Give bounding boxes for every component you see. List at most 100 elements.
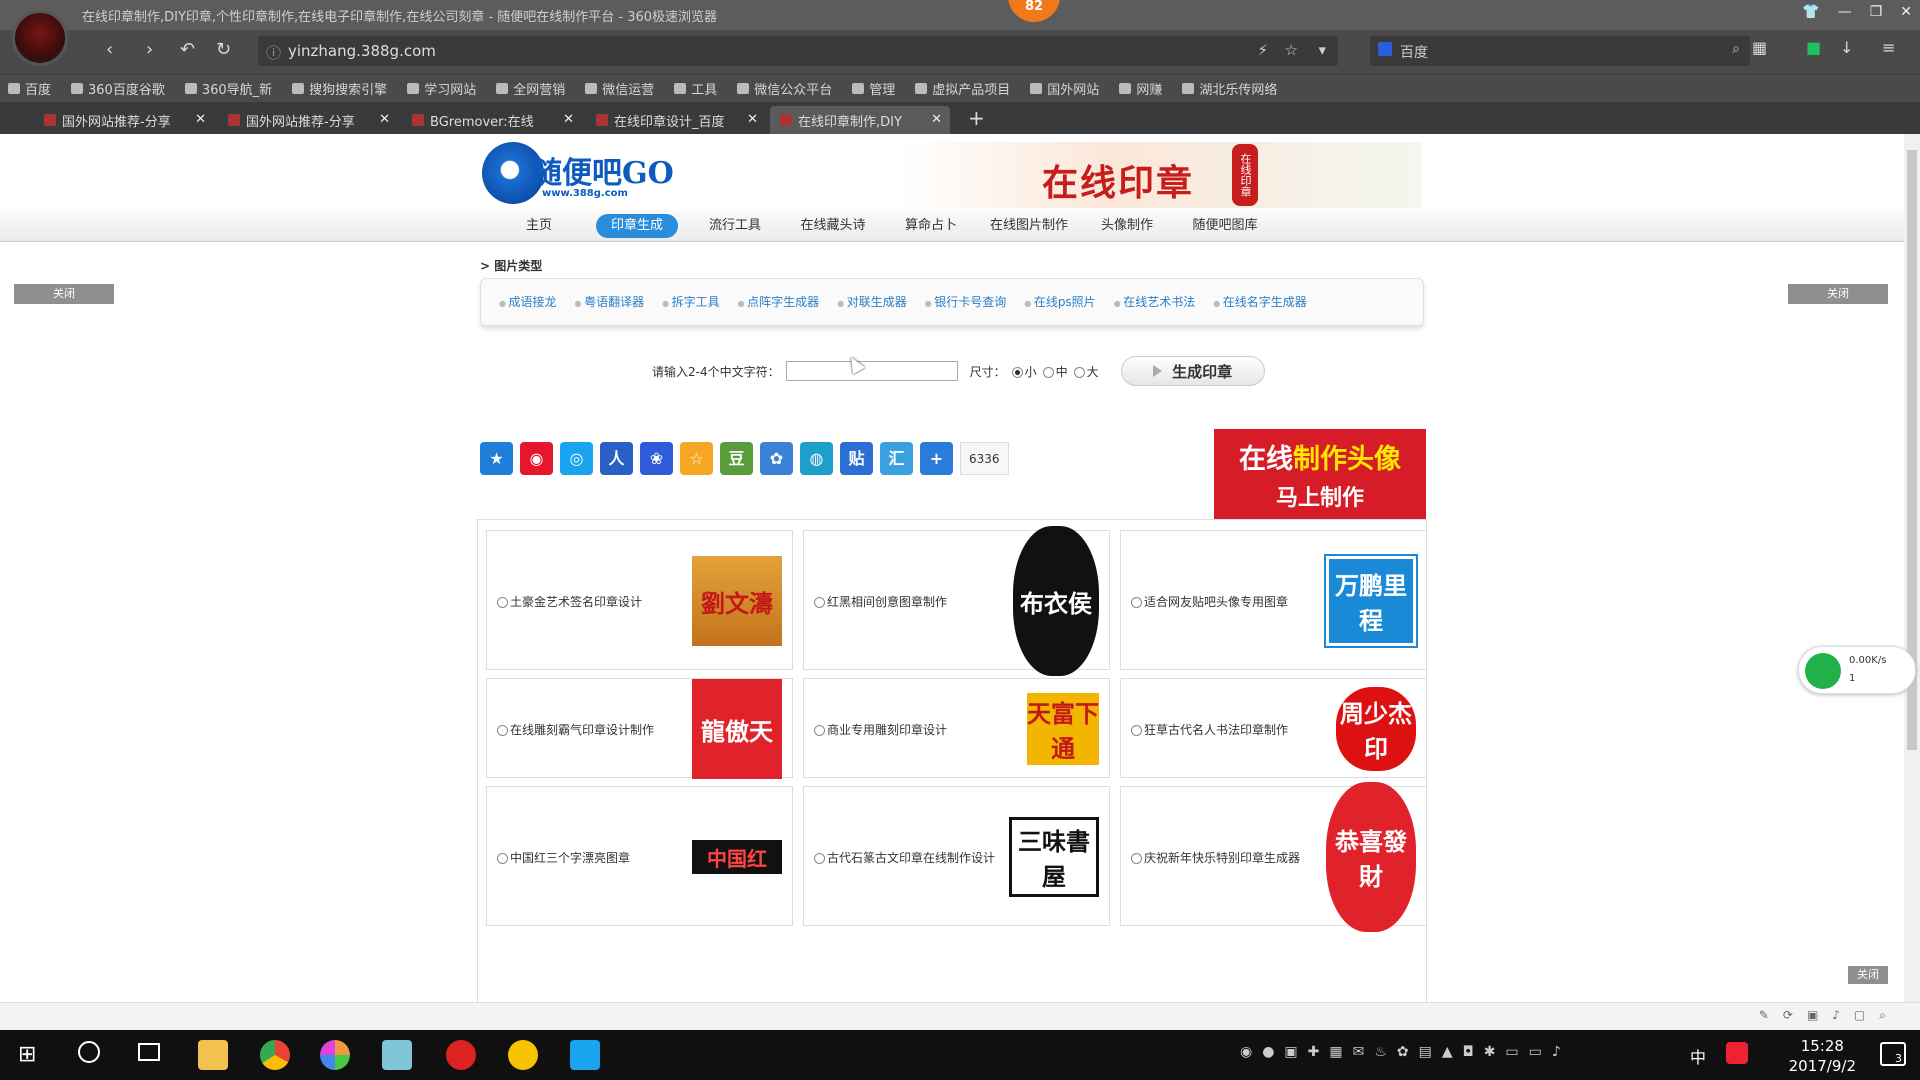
category-link[interactable]: 银行卡号查询 <box>925 293 1006 310</box>
cortana-icon[interactable] <box>78 1041 100 1063</box>
bookmark-item[interactable]: 微信公众平台 <box>737 79 832 98</box>
bookmark-item[interactable]: 工具 <box>674 79 717 98</box>
bookmark-item[interactable]: 百度 <box>8 79 51 98</box>
category-link[interactable]: 在线ps照片 <box>1024 293 1096 310</box>
right-ad-close-button[interactable]: 关闭 <box>1788 284 1888 304</box>
menu-item[interactable]: 在线图片制作 <box>980 214 1078 238</box>
tab[interactable]: 国外网站推荐-分享 ✕ <box>218 106 398 134</box>
bookmark-item[interactable]: 湖北乐传网络 <box>1182 79 1277 98</box>
size-option[interactable]: 中 <box>1042 365 1068 379</box>
tab[interactable]: 在线印章设计_百度 ✕ <box>586 106 766 134</box>
action-center-icon[interactable]: 3 <box>1880 1042 1906 1066</box>
site-logo[interactable]: 随便吧GO www.388g.com <box>482 142 702 208</box>
menu-item[interactable]: 印章生成 <box>596 214 678 238</box>
size-option[interactable]: 大 <box>1073 365 1099 379</box>
bookmark-item[interactable]: 国外网站 <box>1030 79 1099 98</box>
category-link[interactable]: 拆字工具 <box>662 293 720 310</box>
size-option[interactable]: 小 <box>1011 365 1037 379</box>
size-radio[interactable] <box>1042 366 1054 378</box>
bookmark-star-icon[interactable]: ☆ <box>1285 41 1298 59</box>
category-link[interactable]: 在线艺术书法 <box>1114 293 1195 310</box>
card-radio[interactable] <box>1131 597 1142 608</box>
tab-close-icon[interactable]: ✕ <box>931 112 942 127</box>
card-radio[interactable] <box>814 597 825 608</box>
bookmark-item[interactable]: 360百度谷歌 <box>71 79 165 98</box>
bottom-ad-close-button[interactable]: 关闭 <box>1848 966 1888 984</box>
card-radio[interactable] <box>814 853 825 864</box>
stamp-template-card[interactable]: 商业专用雕刻印章设计 天富下通 <box>803 678 1110 778</box>
tab-close-icon[interactable]: ✕ <box>195 112 206 127</box>
card-option[interactable]: 红黑相间创意图章制作 <box>814 593 947 610</box>
bookmark-item[interactable]: 虚拟产品项目 <box>915 79 1010 98</box>
category-link[interactable]: 对联生成器 <box>837 293 907 310</box>
kaixin-icon[interactable]: ✿ <box>760 442 793 475</box>
back-button[interactable]: ‹ <box>106 39 113 60</box>
stamp-template-card[interactable]: 在线雕刻霸气印章设计制作 龍傲天 <box>486 678 793 779</box>
bookmark-item[interactable]: 管理 <box>852 79 895 98</box>
menu-icon[interactable]: ≡ <box>1882 38 1895 57</box>
menu-item[interactable]: 随便吧图库 <box>1176 214 1274 238</box>
stamp-template-card[interactable]: 中国红三个字漂亮图章 中国红 <box>486 786 793 926</box>
tqq-icon[interactable]: ◎ <box>560 442 593 475</box>
undo-close-icon[interactable]: ↶ <box>180 39 195 60</box>
more-plus-icon[interactable]: + <box>920 442 953 475</box>
netease-music-icon[interactable] <box>446 1040 476 1070</box>
360-browser-icon[interactable] <box>320 1040 350 1070</box>
page-info-icon[interactable]: ⓘ <box>266 42 281 63</box>
category-link[interactable]: 粤语翻译器 <box>575 293 644 310</box>
address-bar[interactable]: ⓘ yinzhang.388g.com ⚡ ☆ ▾ <box>258 36 1338 66</box>
bookmark-item[interactable]: 微信运营 <box>585 79 654 98</box>
app-icon[interactable] <box>570 1040 600 1070</box>
lightning-icon[interactable]: ⚡ <box>1257 41 1268 59</box>
stamp-template-card[interactable]: 适合网友贴吧头像专用图章 万鹏里程 <box>1120 530 1427 670</box>
card-option[interactable]: 适合网友贴吧头像专用图章 <box>1131 593 1288 610</box>
card-option[interactable]: 古代石篆古文印章在线制作设计 <box>814 849 995 866</box>
stamp-template-card[interactable]: 土豪金艺术签名印章设计 劉文濤 <box>486 530 793 670</box>
share-count[interactable]: 6336 <box>960 442 1009 475</box>
dropdown-icon[interactable]: ▾ <box>1318 41 1326 59</box>
card-radio[interactable] <box>497 725 508 736</box>
refresh-button[interactable]: ↻ <box>216 39 231 60</box>
menu-item[interactable]: 主页 <box>490 214 588 238</box>
minimize-button[interactable]: — <box>1838 4 1852 20</box>
notepad-icon[interactable] <box>382 1040 412 1070</box>
hexun-icon[interactable]: 汇 <box>880 442 913 475</box>
card-option[interactable]: 中国红三个字漂亮图章 <box>497 849 630 866</box>
stamp-template-card[interactable]: 红黑相间创意图章制作 布衣侯 <box>803 526 1110 676</box>
card-radio[interactable] <box>1131 725 1142 736</box>
weibo-icon[interactable]: ◉ <box>520 442 553 475</box>
url-text[interactable]: yinzhang.388g.com <box>288 42 436 60</box>
chrome-icon[interactable] <box>260 1040 290 1070</box>
tab-close-icon[interactable]: ✕ <box>563 112 574 127</box>
menu-item[interactable]: 在线藏头诗 <box>784 214 882 238</box>
qq-star-icon[interactable]: ☆ <box>680 442 713 475</box>
clock[interactable]: 15:28 2017/9/2 <box>1789 1036 1856 1076</box>
network-speed-widget[interactable]: 0.00K/s 1 <box>1798 646 1916 694</box>
card-radio[interactable] <box>497 597 508 608</box>
qzone-icon[interactable]: ★ <box>480 442 513 475</box>
stamp-template-card[interactable]: 狂草古代名人书法印章制作 周少杰印 <box>1120 678 1427 778</box>
apps-icon[interactable]: ▦ <box>1752 38 1767 57</box>
close-window-button[interactable]: ✕ <box>1900 4 1912 20</box>
search-icon[interactable]: ⌕ <box>1732 41 1740 57</box>
status-icons[interactable]: ✎⟳▣♪▢⌕ <box>1759 1008 1900 1023</box>
generate-stamp-button[interactable]: 生成印章 <box>1120 356 1265 386</box>
ime-indicator[interactable]: 中 <box>1690 1044 1706 1068</box>
bookmark-item[interactable]: 搜狗搜索引擎 <box>292 79 387 98</box>
new-tab-button[interactable]: + <box>968 106 985 130</box>
scrollbar[interactable] <box>1904 134 1920 1002</box>
bookmark-item[interactable]: 全网营销 <box>496 79 565 98</box>
left-ad-close-button[interactable]: 关闭 <box>14 284 114 304</box>
avatar-ad-banner[interactable]: 在线制作头像 马上制作 <box>1214 429 1426 519</box>
stamp-template-card[interactable]: 古代石篆古文印章在线制作设计 三味書屋 <box>803 786 1110 926</box>
card-option[interactable]: 土豪金艺术签名印章设计 <box>497 593 642 610</box>
category-link[interactable]: 在线名字生成器 <box>1213 293 1307 310</box>
qq-icon[interactable] <box>508 1040 538 1070</box>
bookmark-item[interactable]: 360导航_新 <box>184 79 272 98</box>
tab[interactable]: 在线印章制作,DIY ✕ <box>770 106 950 134</box>
maximize-button[interactable]: ❐ <box>1870 4 1883 20</box>
baidu-icon[interactable]: ❀ <box>640 442 673 475</box>
pengyou-icon[interactable]: ◍ <box>800 442 833 475</box>
tab[interactable]: BGremover:在线 ✕ <box>402 106 582 134</box>
forward-button[interactable]: › <box>146 39 153 60</box>
